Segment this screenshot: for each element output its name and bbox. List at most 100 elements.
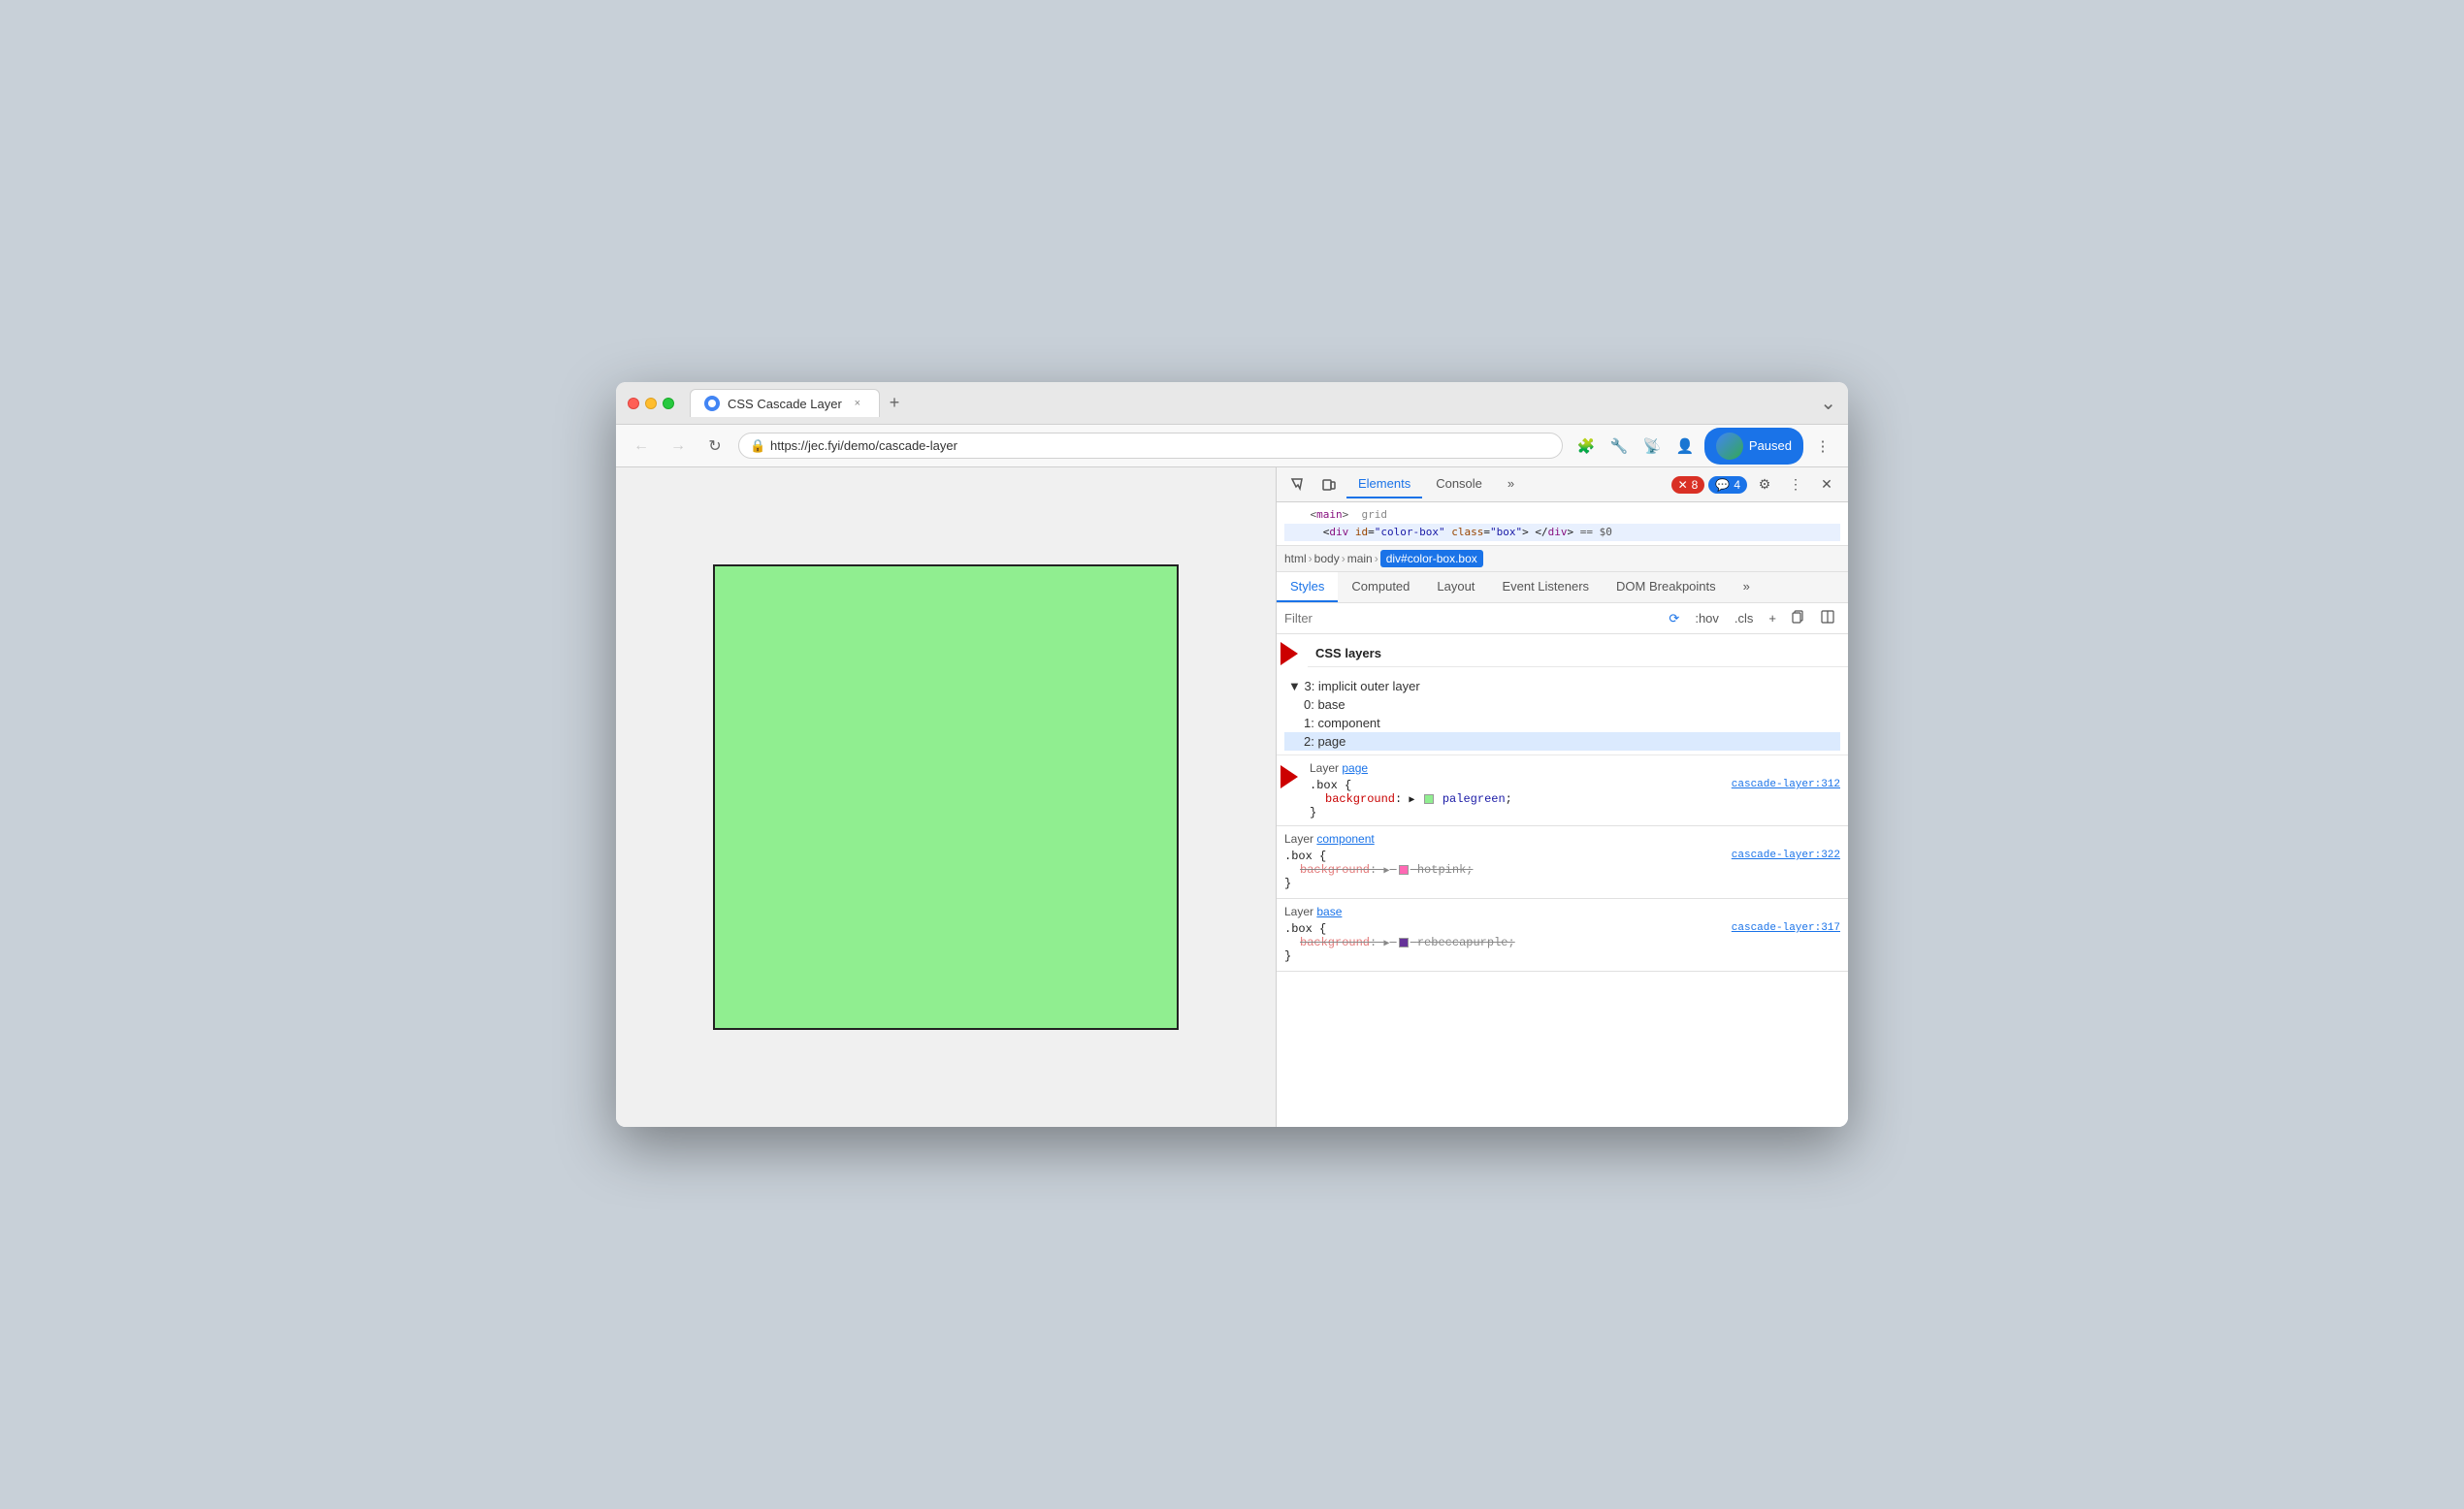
webpage-area [616, 467, 1276, 1127]
breadcrumb: html › body › main › div#color-box.box [1277, 546, 1848, 572]
event-listeners-tab[interactable]: Event Listeners [1488, 572, 1603, 602]
cls-button[interactable]: .cls [1729, 608, 1760, 628]
breadcrumb-main[interactable]: main [1347, 552, 1373, 565]
layout-icon[interactable] [1815, 607, 1840, 629]
more-style-tabs[interactable]: » [1730, 572, 1764, 602]
console-tab[interactable]: Console [1424, 470, 1494, 498]
dom-line-1: <main> grid [1284, 506, 1840, 524]
color-swatch-hotpink[interactable] [1399, 865, 1409, 875]
layer-base-header: Layer base [1284, 905, 1840, 918]
devtools-right-icons: ✕ 8 💬 4 ⚙ ⋮ ✕ [1671, 471, 1840, 498]
css-layers-section: CSS layers [1308, 640, 1848, 667]
address-input[interactable] [738, 433, 1563, 459]
breadcrumb-selected[interactable]: div#color-box.box [1380, 550, 1483, 567]
color-swatch-palegreen[interactable] [1424, 794, 1434, 804]
new-tab-button[interactable]: + [884, 393, 906, 413]
inspect-element-button[interactable] [1284, 471, 1312, 498]
css-tree-base[interactable]: 0: base [1284, 695, 1840, 714]
tab-bar: CSS Cascade Layer × + [690, 389, 1812, 417]
copy-styles-button[interactable] [1786, 607, 1811, 629]
css-rule-component: .box { cascade-layer:322 background: ▶ h… [1284, 850, 1840, 890]
active-tab[interactable]: CSS Cascade Layer × [690, 389, 880, 417]
css-source-base[interactable]: cascade-layer:317 [1732, 922, 1840, 934]
add-style-button[interactable]: + [1763, 608, 1782, 628]
devtools-panel: Elements Console » ✕ 8 💬 4 [1276, 467, 1848, 1127]
window-controls: ⌄ [1820, 391, 1836, 415]
layer-page-header: Layer page [1310, 761, 1840, 775]
color-arrow-base[interactable]: ▶ [1383, 938, 1389, 949]
arrow-layer-page [1281, 765, 1298, 788]
title-bar: CSS Cascade Layer × + ⌄ [616, 382, 1848, 425]
minimize-button[interactable] [645, 398, 657, 409]
color-swatch-rebeccapurple[interactable] [1399, 938, 1409, 947]
color-arrow-page[interactable]: ▶ [1409, 794, 1414, 806]
tab-favicon [704, 396, 720, 411]
layer-page-section: Layer page .box { cascade-layer:312 back… [1302, 755, 1848, 825]
browser-content: Elements Console » ✕ 8 💬 4 [616, 467, 1848, 1127]
arrow-css-layers [1281, 642, 1298, 665]
profile-icon[interactable]: 👤 [1671, 433, 1699, 460]
browser-window: CSS Cascade Layer × + ⌄ ← → ↻ 🔒 🧩 🔧 📡 👤 [616, 382, 1848, 1127]
filter-refresh-icon[interactable]: ⟳ [1663, 608, 1685, 629]
more-menu-button[interactable]: ⋮ [1809, 433, 1836, 460]
filter-icons: ⟳ :hov .cls + [1663, 607, 1840, 629]
color-box [713, 564, 1179, 1030]
tab-close-button[interactable]: × [850, 396, 865, 411]
settings-button[interactable]: ⚙ [1751, 471, 1778, 498]
traffic-lights [628, 398, 674, 409]
css-tree: ▼ 3: implicit outer layer 0: base 1: com… [1277, 673, 1848, 755]
breadcrumb-html[interactable]: html [1284, 552, 1307, 565]
close-devtools-button[interactable]: ✕ [1813, 471, 1840, 498]
css-source-component[interactable]: cascade-layer:322 [1732, 850, 1840, 861]
lock-icon: 🔒 [750, 438, 765, 454]
user-avatar [1716, 433, 1743, 460]
close-button[interactable] [628, 398, 639, 409]
css-rule-base: .box { cascade-layer:317 background: ▶ r… [1284, 922, 1840, 963]
color-arrow-component[interactable]: ▶ [1383, 865, 1389, 877]
css-rule-page: .box { cascade-layer:312 background: ▶ p… [1310, 779, 1840, 819]
more-tabs-button[interactable]: » [1496, 470, 1526, 498]
css-tree-page[interactable]: 2: page [1284, 732, 1840, 751]
dom-inspector: <main> grid <div id="color-box" class="b… [1277, 502, 1848, 546]
layer-component-section: Layer component .box { cascade-layer:322… [1277, 826, 1848, 899]
address-bar-icons: 🧩 🔧 📡 👤 Paused ⋮ [1572, 428, 1836, 465]
elements-tab[interactable]: Elements [1346, 470, 1422, 498]
devtools-tabs: Elements Console » [1346, 470, 1526, 498]
extensions-icon[interactable]: 🧩 [1572, 433, 1600, 460]
css-source-page[interactable]: cascade-layer:312 [1732, 779, 1840, 790]
warning-badge: 💬 4 [1708, 476, 1747, 494]
device-toolbar-button[interactable] [1315, 471, 1343, 498]
devtools-icon[interactable]: 🔧 [1605, 433, 1633, 460]
css-tree-component[interactable]: 1: component [1284, 714, 1840, 732]
address-bar-wrapper: 🔒 [738, 433, 1563, 459]
refresh-button[interactable]: ↻ [701, 433, 729, 460]
layer-base-section: Layer base .box { cascade-layer:317 back… [1277, 899, 1848, 972]
filter-input[interactable] [1284, 611, 1659, 626]
maximize-button[interactable] [663, 398, 674, 409]
layout-tab[interactable]: Layout [1423, 572, 1488, 602]
devtools-header: Elements Console » ✕ 8 💬 4 [1277, 467, 1848, 502]
error-badge: ✕ 8 [1671, 476, 1705, 494]
filter-bar: ⟳ :hov .cls + [1277, 603, 1848, 634]
css-tree-root[interactable]: ▼ 3: implicit outer layer [1284, 677, 1840, 695]
layer-page-link[interactable]: page [1342, 761, 1368, 775]
layer-component-link[interactable]: component [1316, 832, 1374, 846]
layer-component-header: Layer component [1284, 832, 1840, 846]
dom-line-selected[interactable]: <div id="color-box" class="box"> </div> … [1284, 524, 1840, 541]
hov-button[interactable]: :hov [1689, 608, 1725, 628]
paused-label: Paused [1749, 438, 1792, 453]
forward-button[interactable]: → [665, 433, 692, 460]
layer-base-link[interactable]: base [1316, 905, 1342, 918]
styles-tab[interactable]: Styles [1277, 572, 1338, 602]
devtools-more-button[interactable]: ⋮ [1782, 471, 1809, 498]
address-bar: ← → ↻ 🔒 🧩 🔧 📡 👤 Paused ⋮ [616, 425, 1848, 467]
breadcrumb-body[interactable]: body [1314, 552, 1340, 565]
computed-tab[interactable]: Computed [1338, 572, 1423, 602]
back-button[interactable]: ← [628, 433, 655, 460]
cast-icon[interactable]: 📡 [1638, 433, 1666, 460]
paused-button[interactable]: Paused [1704, 428, 1803, 465]
styles-tabs: Styles Computed Layout Event Listeners D… [1277, 572, 1848, 603]
tab-title: CSS Cascade Layer [728, 397, 842, 411]
styles-content: CSS layers ▼ 3: implicit outer layer 0: … [1277, 634, 1848, 1127]
dom-breakpoints-tab[interactable]: DOM Breakpoints [1603, 572, 1730, 602]
